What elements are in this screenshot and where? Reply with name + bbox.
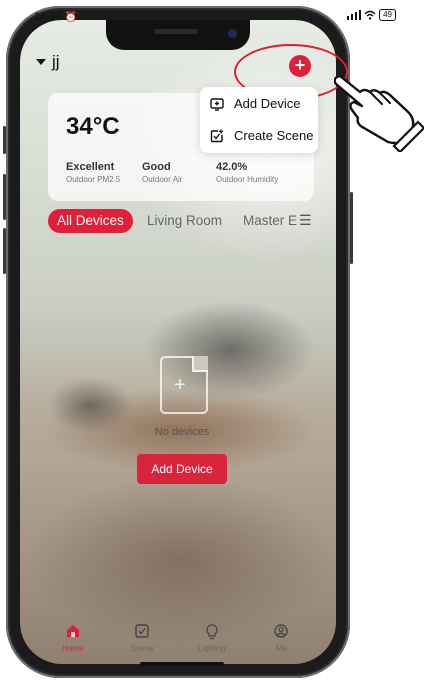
status-time-text: 14:34	[34, 11, 62, 23]
metric-value: Excellent	[66, 161, 115, 173]
create-scene-icon	[210, 129, 223, 142]
tab-label: Home	[62, 643, 84, 653]
home-indicator	[140, 662, 224, 666]
menu-item-add-device[interactable]: Add Device	[210, 96, 300, 111]
temperature: 34°C	[66, 113, 120, 140]
tab-scene[interactable]: Scene	[114, 623, 170, 653]
metric-pm25: Excellent Outdoor PM2.5	[66, 161, 120, 184]
metric-label: Outdoor Air	[142, 175, 183, 184]
room-tabs: All Devices Living Room Master E ☰	[48, 209, 318, 235]
power-button	[350, 192, 353, 264]
signal-icon	[347, 10, 362, 20]
menu-item-label: Add Device	[234, 96, 301, 111]
menu-item-label: Create Scene	[234, 128, 314, 143]
home-icon	[66, 624, 79, 637]
tab-master[interactable]: Master E	[243, 209, 297, 233]
metric-value: 42.0%	[216, 161, 248, 173]
profile-icon	[274, 623, 288, 638]
add-device-icon	[210, 97, 224, 111]
tab-label: Scene	[130, 643, 154, 653]
empty-file-icon: +	[160, 356, 208, 414]
file-fold	[192, 356, 208, 372]
metric-air: Good Outdoor Air	[142, 161, 182, 184]
speaker	[154, 29, 198, 34]
metric-value: Good	[142, 161, 171, 173]
tab-home[interactable]: Home	[45, 624, 101, 653]
add-menu: Add Device Create Scene	[200, 87, 318, 153]
scene-icon	[135, 623, 149, 638]
camera	[228, 29, 237, 38]
status-time: 14:34 ⏰	[34, 11, 77, 23]
add-device-button[interactable]: Add Device	[137, 454, 227, 484]
plus-icon: +	[174, 374, 186, 396]
tab-living-room[interactable]: Living Room	[147, 209, 222, 233]
home-selector[interactable]: jj	[36, 52, 60, 72]
volume-down-button	[3, 228, 6, 274]
caret-down-icon	[36, 59, 46, 65]
menu-item-create-scene[interactable]: Create Scene	[210, 128, 314, 143]
room-menu-icon[interactable]: ☰	[299, 212, 312, 229]
notch	[106, 20, 250, 50]
tab-lighting[interactable]: Lighting	[184, 623, 240, 653]
tab-label: Lighting	[197, 643, 226, 653]
pointing-hand-icon	[334, 74, 424, 152]
bottom-tab-bar: Home Scene Lighting Me	[38, 616, 316, 660]
wifi-icon	[364, 10, 376, 20]
mute-switch	[3, 126, 6, 154]
metric-label: Outdoor Humidity	[216, 175, 279, 184]
tab-all-devices[interactable]: All Devices	[48, 209, 133, 233]
battery-indicator: 49	[379, 9, 396, 21]
home-name: jj	[52, 52, 60, 71]
metric-label: Outdoor PM2.5	[66, 175, 121, 184]
tab-me[interactable]: Me	[253, 623, 309, 653]
lightbulb-icon	[206, 623, 218, 639]
metric-humidity: 42.0% Outdoor Humidity	[216, 161, 278, 184]
tab-label: Me	[275, 643, 287, 653]
status-icons: 49	[347, 9, 396, 21]
alarm-icon: ⏰	[64, 12, 78, 23]
volume-up-button	[3, 174, 6, 220]
empty-message: No devices	[154, 426, 210, 438]
